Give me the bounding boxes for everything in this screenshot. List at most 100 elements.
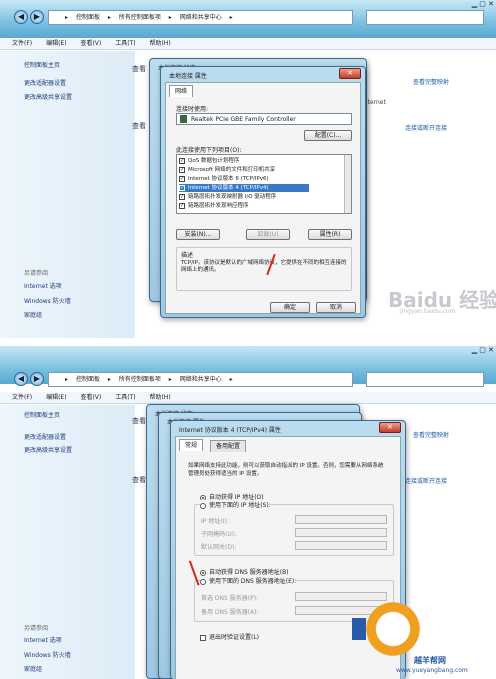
list-item[interactable]: ✓ QoS 数据包计划程序 [179, 157, 239, 165]
properties-button[interactable]: 属性(R) [308, 229, 352, 240]
site-logo-icon [362, 598, 424, 660]
validate-label: 退出时验证设置(L) [209, 634, 260, 641]
forward-icon[interactable]: ▶ [30, 372, 44, 386]
menu-file[interactable]: 文件(F) [12, 40, 32, 47]
menu-tools[interactable]: 工具(T) [115, 40, 135, 47]
window-controls[interactable]: ▁ ▢ ✕ [472, 346, 494, 354]
menu-view[interactable]: 查看(V) [80, 40, 101, 47]
sidebar-internet-options[interactable]: Internet 选项 [24, 281, 62, 290]
menu-help[interactable]: 帮助(H) [149, 394, 170, 401]
tab-network[interactable]: 网络 [169, 85, 194, 97]
list-scrollbar[interactable] [344, 155, 351, 213]
items-label: 此连接使用下列项目(O): [176, 147, 242, 154]
checkbox-icon[interactable]: ✓ [179, 184, 185, 191]
ip-field[interactable] [295, 515, 387, 524]
menu-edit[interactable]: 编辑(E) [46, 394, 66, 401]
radio-icon[interactable] [200, 578, 206, 585]
list-item-label: Internet 协议版本 6 (TCP/IPv6) [188, 176, 269, 182]
tab-general[interactable]: 常规 [179, 439, 204, 451]
menu-help[interactable]: 帮助(H) [149, 40, 170, 47]
bg-view-label: 查看 [132, 65, 146, 73]
checkbox-icon[interactable]: ✓ [179, 166, 185, 173]
bg-connect-link[interactable]: 连接或断开连接 [405, 476, 447, 485]
description-text: TCP/IP。该协议是默认的广域网络协议，它提供在不同的相互连接的网络上的通讯。 [181, 260, 347, 273]
site-url: www.yueyangbang.com [396, 667, 468, 674]
sidebar-internet-options[interactable]: Internet 选项 [24, 635, 62, 644]
sidebar-see-also-head: 另请参阅 [24, 270, 49, 277]
bg-view-label: 查看 [132, 122, 146, 130]
menu-edit[interactable]: 编辑(E) [46, 40, 66, 47]
bg-view-label: 查看 [132, 476, 146, 484]
list-item[interactable]: ✓ 链路层拓扑发现响应程序 [179, 202, 249, 210]
sidebar-advanced-sharing[interactable]: 更改高级共享设置 [24, 92, 72, 101]
sidebar-firewall[interactable]: Windows 防火墙 [24, 650, 71, 659]
mask-label: 子网掩码(U): [201, 531, 237, 538]
pref-dns-field[interactable] [295, 592, 387, 601]
cancel-button[interactable]: 取消 [316, 302, 356, 313]
checkbox-icon[interactable]: ✓ [179, 157, 185, 164]
address-bar[interactable]: ▸ 控制面板 ▸ 所有控制面板项 ▸ 网络和共享中心 ▸ [48, 10, 353, 25]
adapter-name: Realtek PCIe GBE Family Controller [191, 116, 296, 123]
sidebar-homegroup[interactable]: 家庭组 [24, 310, 42, 319]
crumb-control-panel[interactable]: 控制面板 [76, 376, 100, 383]
radio-icon[interactable] [200, 569, 206, 576]
list-item-selected[interactable]: ✓ Internet 协议版本 4 (TCP/IPv4) [179, 184, 309, 192]
manual-ip-radio[interactable]: 使用下面的 IP 地址(S): [200, 500, 271, 509]
back-icon[interactable]: ◀ [14, 372, 28, 386]
sidebar-homegroup[interactable]: 家庭组 [24, 664, 42, 673]
connect-using-label: 连接时使用: [176, 106, 209, 113]
menu-view[interactable]: 查看(V) [80, 394, 101, 401]
crumb-control-panel[interactable]: 控制面板 [76, 14, 100, 21]
search-input[interactable] [366, 10, 484, 25]
uninstall-button[interactable]: 卸载(U) [246, 229, 290, 240]
back-icon[interactable]: ◀ [14, 10, 28, 24]
baidu-watermark-alt [352, 618, 368, 646]
menu-tools[interactable]: 工具(T) [115, 394, 135, 401]
search-input[interactable] [366, 372, 484, 387]
crumb-network-center[interactable]: 网络和共享中心 [180, 14, 222, 21]
list-item[interactable]: ✓ Internet 协议版本 6 (TCP/IPv6) [179, 175, 269, 183]
address-bar[interactable]: ▸ 控制面板 ▸ 所有控制面板项 ▸ 网络和共享中心 ▸ [48, 372, 353, 387]
properties-dialog-title: 本地连接 属性 [169, 73, 207, 80]
bg-full-map-link[interactable]: 查看完整映射 [413, 77, 449, 86]
sidebar-adapter-settings[interactable]: 更改适配器设置 [24, 432, 66, 441]
window-controls[interactable]: ▁ ▢ ✕ [472, 0, 494, 8]
close-icon[interactable]: ✕ [379, 422, 401, 433]
menu-file[interactable]: 文件(F) [12, 394, 32, 401]
list-item[interactable]: ✓ 链路层拓扑发现映射器 I/O 驱动程序 [179, 193, 276, 201]
checkbox-icon[interactable]: ✓ [179, 175, 185, 182]
radio-icon[interactable] [200, 502, 206, 509]
tab-alternate[interactable]: 备用配置 [210, 440, 247, 452]
install-button[interactable]: 安装(N)... [176, 229, 220, 240]
screenshot-top: ▁ ▢ ✕ ◀ ▶ ▸ 控制面板 ▸ 所有控制面板项 ▸ 网络和共享中心 ▸ 文… [0, 0, 496, 338]
configure-button[interactable]: 配置(C)... [304, 130, 352, 141]
alt-dns-label: 备用 DNS 服务器(A): [201, 609, 259, 616]
sidebar-firewall[interactable]: Windows 防火墙 [24, 296, 71, 305]
list-item-label: Internet 协议版本 4 (TCP/IPv4) [188, 185, 269, 191]
mask-field[interactable] [295, 528, 387, 537]
close-icon[interactable]: ✕ [339, 68, 361, 79]
crumb-sep: ▸ [168, 376, 172, 383]
sidebar-advanced-sharing[interactable]: 更改高级共享设置 [24, 445, 72, 454]
list-item[interactable]: ✓ Microsoft 网络的文件和打印机共享 [179, 166, 275, 174]
crumb-all-items[interactable]: 所有控制面板项 [119, 376, 161, 383]
auto-dns-radio[interactable]: 自动获得 DNS 服务器地址(B) [200, 567, 289, 576]
crumb-network-center[interactable]: 网络和共享中心 [180, 376, 222, 383]
bg-connect-link[interactable]: 连接或断开连接 [405, 123, 447, 132]
bg-full-map-link[interactable]: 查看完整映射 [413, 430, 449, 439]
ip-label: IP 地址(I): [201, 518, 229, 525]
sidebar-adapter-settings[interactable]: 更改适配器设置 [24, 78, 66, 87]
address-bar-row: ◀ ▶ ▸ 控制面板 ▸ 所有控制面板项 ▸ 网络和共享中心 ▸ [0, 8, 496, 28]
forward-icon[interactable]: ▶ [30, 10, 44, 24]
validate-checkbox[interactable]: 退出时验证设置(L) [200, 632, 259, 641]
list-item-label: 链路层拓扑发现映射器 I/O 驱动程序 [188, 194, 277, 200]
manual-dns-radio[interactable]: 使用下面的 DNS 服务器地址(E): [200, 576, 297, 585]
crumb-all-items[interactable]: 所有控制面板项 [119, 14, 161, 21]
sidebar-home[interactable]: 控制面板主页 [24, 60, 60, 69]
ok-button[interactable]: 确定 [270, 302, 310, 313]
checkbox-icon[interactable] [200, 634, 206, 641]
checkbox-icon[interactable]: ✓ [179, 202, 185, 209]
sidebar-home[interactable]: 控制面板主页 [24, 410, 60, 419]
gateway-field[interactable] [295, 541, 387, 550]
checkbox-icon[interactable]: ✓ [179, 193, 185, 200]
